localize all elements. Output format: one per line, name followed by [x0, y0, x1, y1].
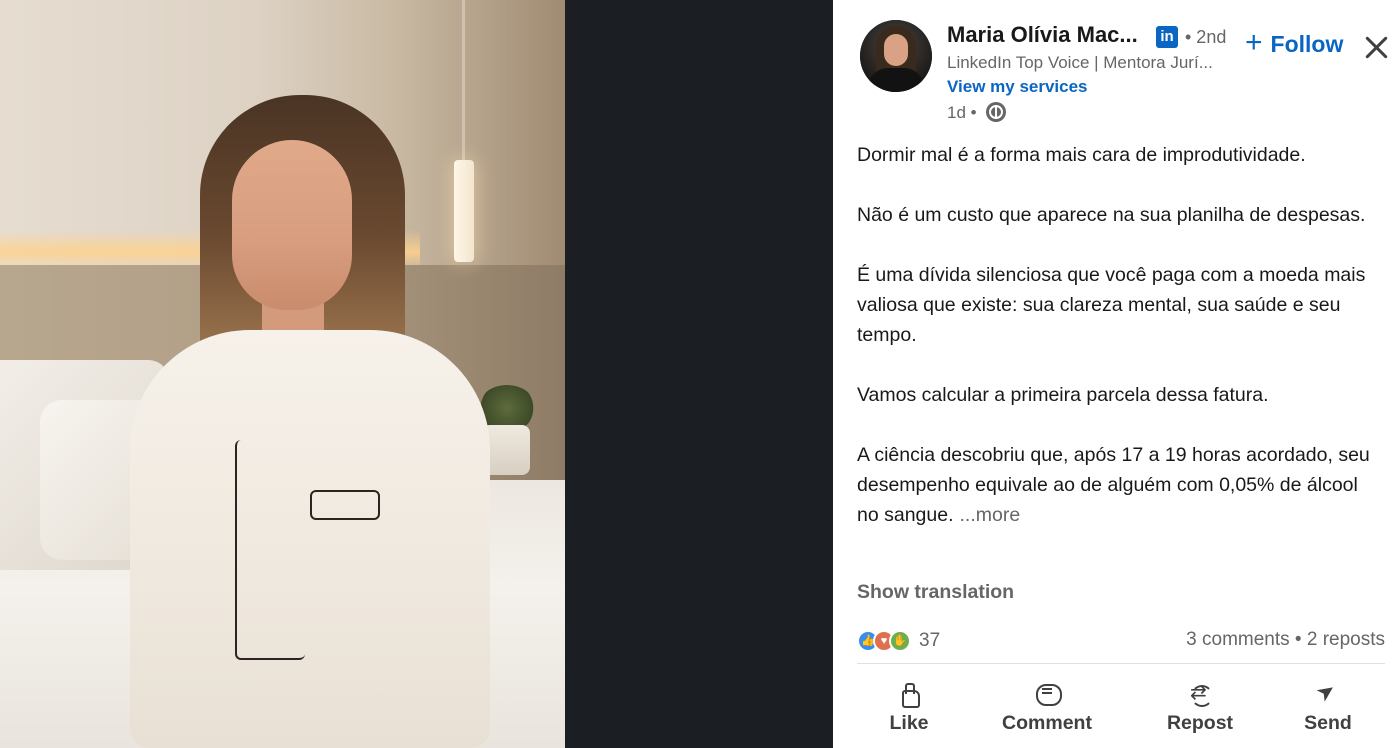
image-pajama-piping [235, 440, 305, 660]
image-person-face [232, 140, 352, 310]
post-paragraph: Não é um custo que aparece na sua planil… [857, 204, 1366, 226]
post-timestamp: 1d • [947, 103, 977, 122]
see-more-link[interactable]: ...more [960, 504, 1021, 526]
author-avatar[interactable] [860, 20, 932, 92]
repost-label: Repost [1166, 711, 1234, 734]
send-label: Send [1304, 711, 1352, 734]
repost-icon [1188, 680, 1213, 707]
show-translation-button[interactable]: Show translation [857, 581, 1014, 604]
follow-label: Follow [1270, 30, 1344, 57]
post-paragraph: A ciência descobriu que, após 17 a 19 ho… [857, 444, 1370, 526]
send-icon [1316, 682, 1340, 706]
connection-degree: • 2nd [1185, 27, 1227, 47]
plus-icon: + [1245, 25, 1263, 59]
send-button[interactable]: Send [1293, 668, 1363, 748]
support-reaction-icon: ✋ [889, 630, 911, 652]
linkedin-premium-icon: in [1156, 26, 1178, 48]
globe-icon [986, 102, 1006, 122]
image-pajama-pocket [310, 490, 380, 520]
image-pendant-lamp [454, 160, 474, 262]
post-paragraph-last: A ciência descobriu que, após 17 a 19 ho… [857, 440, 1377, 530]
comments-reposts-count[interactable]: 3 comments • 2 reposts [1186, 629, 1385, 651]
thumbs-up-icon [897, 682, 921, 708]
comment-label: Comment [1002, 711, 1092, 734]
photo-viewer [0, 0, 833, 748]
post-paragraph: Dormir mal é a forma mais cara de improd… [857, 144, 1306, 166]
post-image[interactable] [0, 0, 565, 748]
post-detail-panel: Maria Olívia Mac... in • 2nd LinkedIn To… [833, 0, 1397, 748]
post-text: Dormir mal é a forma mais cara de improd… [857, 140, 1377, 530]
post-paragraph: É uma dívida silenciosa que você paga co… [857, 264, 1366, 346]
repost-button[interactable]: Repost [1158, 668, 1242, 748]
close-icon[interactable] [1361, 32, 1391, 62]
divider [857, 663, 1385, 664]
view-services-link[interactable]: View my services [947, 77, 1088, 97]
comment-icon [1035, 682, 1062, 706]
like-button[interactable]: Like [878, 668, 940, 748]
author-name[interactable]: Maria Olívia Mac... [947, 22, 1138, 48]
reactions-summary[interactable]: 👍 ♥ ✋ 37 [857, 628, 940, 654]
post-paragraph: Vamos calcular a primeira parcela dessa … [857, 384, 1269, 406]
post-actions-bar: Like Comment Repost Send [833, 668, 1397, 748]
like-label: Like [889, 711, 929, 734]
follow-button[interactable]: + Follow [1241, 25, 1347, 60]
reaction-count: 37 [919, 630, 941, 651]
comment-button[interactable]: Comment [993, 668, 1101, 748]
author-headline: LinkedIn Top Voice | Mentora Jurí... [947, 53, 1213, 72]
image-pendant-cord [462, 0, 465, 160]
image-person-pajamas [130, 330, 490, 748]
